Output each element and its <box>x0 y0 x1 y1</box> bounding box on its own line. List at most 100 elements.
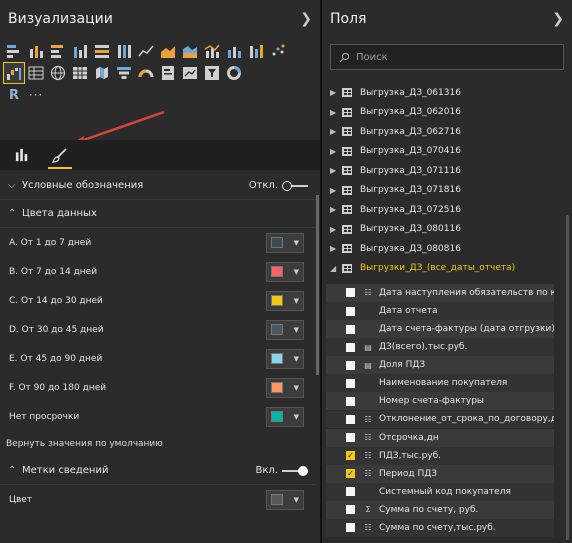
field-checkbox[interactable] <box>346 324 355 334</box>
field-item[interactable]: ☷ Дата наступления обязательств по ко... <box>326 284 554 302</box>
table-item[interactable]: ▶ Выгрузка_ДЗ_061316 <box>322 83 566 103</box>
field-name: Период ПДЗ <box>379 468 438 479</box>
stacked-bar-icon[interactable] <box>4 41 24 61</box>
search-placeholder: Поиск <box>356 51 388 63</box>
line-column-icon[interactable] <box>202 41 222 61</box>
color-picker[interactable]: ▼ <box>266 319 304 340</box>
table-item[interactable]: ▶ Выгрузка_ДЗ_062716 <box>322 122 566 142</box>
100pct-bar-icon[interactable] <box>92 41 112 61</box>
field-item[interactable]: ☷ Отсрочка,дн <box>326 428 554 447</box>
color-picker[interactable]: ▼ <box>266 348 304 369</box>
color-picker[interactable]: ▼ <box>266 406 304 427</box>
field-item[interactable]: Наименование покупателя <box>326 374 554 393</box>
clustered-column-icon[interactable] <box>70 41 90 61</box>
clustered-bar-icon[interactable] <box>48 41 68 61</box>
field-item[interactable]: ✓ ☷ Период ПДЗ <box>326 464 554 483</box>
data-labels-color-picker[interactable]: ▼ <box>266 489 304 510</box>
stacked-area-icon[interactable] <box>180 41 200 61</box>
funnel-icon[interactable] <box>114 63 134 83</box>
100pct-column-icon[interactable] <box>114 41 134 61</box>
field-checkbox[interactable] <box>346 360 355 370</box>
kpi-icon[interactable] <box>180 63 200 83</box>
format-panel: ⌵ Условные обозначения Откл. ⌃ Цвета дан… <box>0 172 316 543</box>
matrix-icon[interactable] <box>70 63 90 83</box>
stacked-column-icon[interactable] <box>26 41 46 61</box>
collapse-chevron-icon[interactable]: ❯ <box>552 11 564 27</box>
field-checkbox[interactable]: ✓ <box>346 469 355 479</box>
legend-section[interactable]: ⌵ Условные обозначения Откл. <box>0 172 316 200</box>
field-checkbox[interactable] <box>346 288 355 298</box>
table-item[interactable]: ▶ Выгрузка_ДЗ_062016 <box>322 103 566 123</box>
filled-map-icon[interactable] <box>92 63 112 83</box>
field-item[interactable]: ☷ Отклонение_от_срока_по_договору,дн <box>326 410 554 429</box>
table-item[interactable]: ▶ Выгрузка_ДЗ_080116 <box>322 220 566 240</box>
chevron-right-icon: ▶ <box>330 127 337 137</box>
globe-map-icon[interactable] <box>48 63 68 83</box>
format-scrollbar[interactable] <box>316 195 319 375</box>
field-item[interactable]: ▤ ДЗ(всего),тыс.руб. <box>326 338 554 357</box>
hierarchy-icon: ☷ <box>364 469 372 479</box>
slicer-icon[interactable] <box>202 63 222 83</box>
field-checkbox[interactable] <box>346 306 355 316</box>
color-picker[interactable]: ▼ <box>266 261 304 282</box>
field-item[interactable]: Дата счета-фактуры (дата отгрузки) <box>326 320 554 339</box>
ribbon-chart-icon[interactable] <box>246 41 266 61</box>
field-checkbox[interactable] <box>346 414 355 424</box>
data-labels-section[interactable]: ⌃ Метки сведений Вкл. <box>0 457 316 485</box>
table-item[interactable]: ▶ Выгрузка_ДЗ_072516 <box>322 200 566 220</box>
r-script-icon[interactable]: R <box>4 85 24 105</box>
scatter-icon[interactable] <box>268 41 288 61</box>
field-item[interactable]: Дата отчета <box>326 302 554 320</box>
field-checkbox[interactable] <box>346 396 355 406</box>
collapse-chevron-icon[interactable]: ❯ <box>300 11 312 27</box>
fields-tab-icon[interactable] <box>10 141 34 169</box>
field-checkbox[interactable] <box>346 433 355 443</box>
table-item-expanded[interactable]: ◢ Выгрузки_ДЗ_(все_даты_отчета) <box>322 259 566 279</box>
field-item[interactable]: ☷ Сумма по счету,тыс.руб. <box>326 519 554 537</box>
color-picker[interactable]: ▼ <box>266 290 304 311</box>
card-icon[interactable] <box>158 63 178 83</box>
legend-toggle[interactable]: Откл. <box>249 180 308 191</box>
table-item[interactable]: ▶ Выгрузка_ДЗ_070416 <box>322 142 566 162</box>
table-icon <box>342 88 352 98</box>
more-icon[interactable]: ··· <box>26 85 46 105</box>
field-checkbox[interactable] <box>346 487 355 497</box>
donut-icon[interactable] <box>224 63 244 83</box>
table-name: Выгрузка_ДЗ_080116 <box>360 224 461 235</box>
color-picker[interactable]: ▼ <box>266 377 304 398</box>
fields-scrollbar[interactable] <box>566 215 569 540</box>
waterfall-icon[interactable] <box>3 62 25 84</box>
data-color-label: Нет просрочки <box>9 411 80 422</box>
chevron-down-icon: ▼ <box>293 325 299 334</box>
field-checkbox[interactable] <box>346 523 355 533</box>
search-icon <box>339 52 350 62</box>
reset-defaults-link[interactable]: Вернуть значения по умолчанию <box>0 431 316 457</box>
calculator-icon: ▤ <box>364 360 372 370</box>
data-labels-toggle[interactable]: Вкл. <box>256 465 308 476</box>
field-checkbox[interactable]: ✓ <box>346 451 355 461</box>
field-checkbox[interactable] <box>346 505 355 515</box>
field-checkbox[interactable] <box>346 378 355 388</box>
area-chart-icon[interactable] <box>158 41 178 61</box>
pane-tabs <box>0 140 320 170</box>
search-input[interactable]: Поиск <box>330 44 564 70</box>
field-checkbox[interactable] <box>346 342 355 352</box>
color-picker[interactable]: ▼ <box>266 232 304 253</box>
field-item[interactable]: Системный код покупателя <box>326 482 554 501</box>
field-item[interactable]: Номер счета-фактуры <box>326 392 554 411</box>
gauge-icon[interactable] <box>136 63 156 83</box>
field-item[interactable]: ✓ ☷ ПДЗ,тыс.руб. <box>326 446 554 465</box>
field-item[interactable]: ▤ Доля ПДЗ <box>326 356 554 375</box>
legend-toggle-switch[interactable] <box>282 180 308 191</box>
format-tab-icon[interactable] <box>48 141 72 169</box>
line-clustered-icon[interactable] <box>224 41 244 61</box>
line-chart-icon[interactable] <box>136 41 156 61</box>
color-swatch <box>271 494 283 505</box>
table-item[interactable]: ▶ Выгрузка_ДЗ_071116 <box>322 161 566 181</box>
table-item[interactable]: ▶ Выгрузка_ДЗ_080816 <box>322 239 566 259</box>
table-item[interactable]: ▶ Выгрузка_ДЗ_071816 <box>322 181 566 201</box>
data-labels-toggle-switch[interactable] <box>282 465 308 476</box>
data-colors-section[interactable]: ⌃ Цвета данных <box>0 200 316 228</box>
field-item[interactable]: Σ Сумма по счету, руб. <box>326 500 554 519</box>
table-icon[interactable] <box>26 63 46 83</box>
